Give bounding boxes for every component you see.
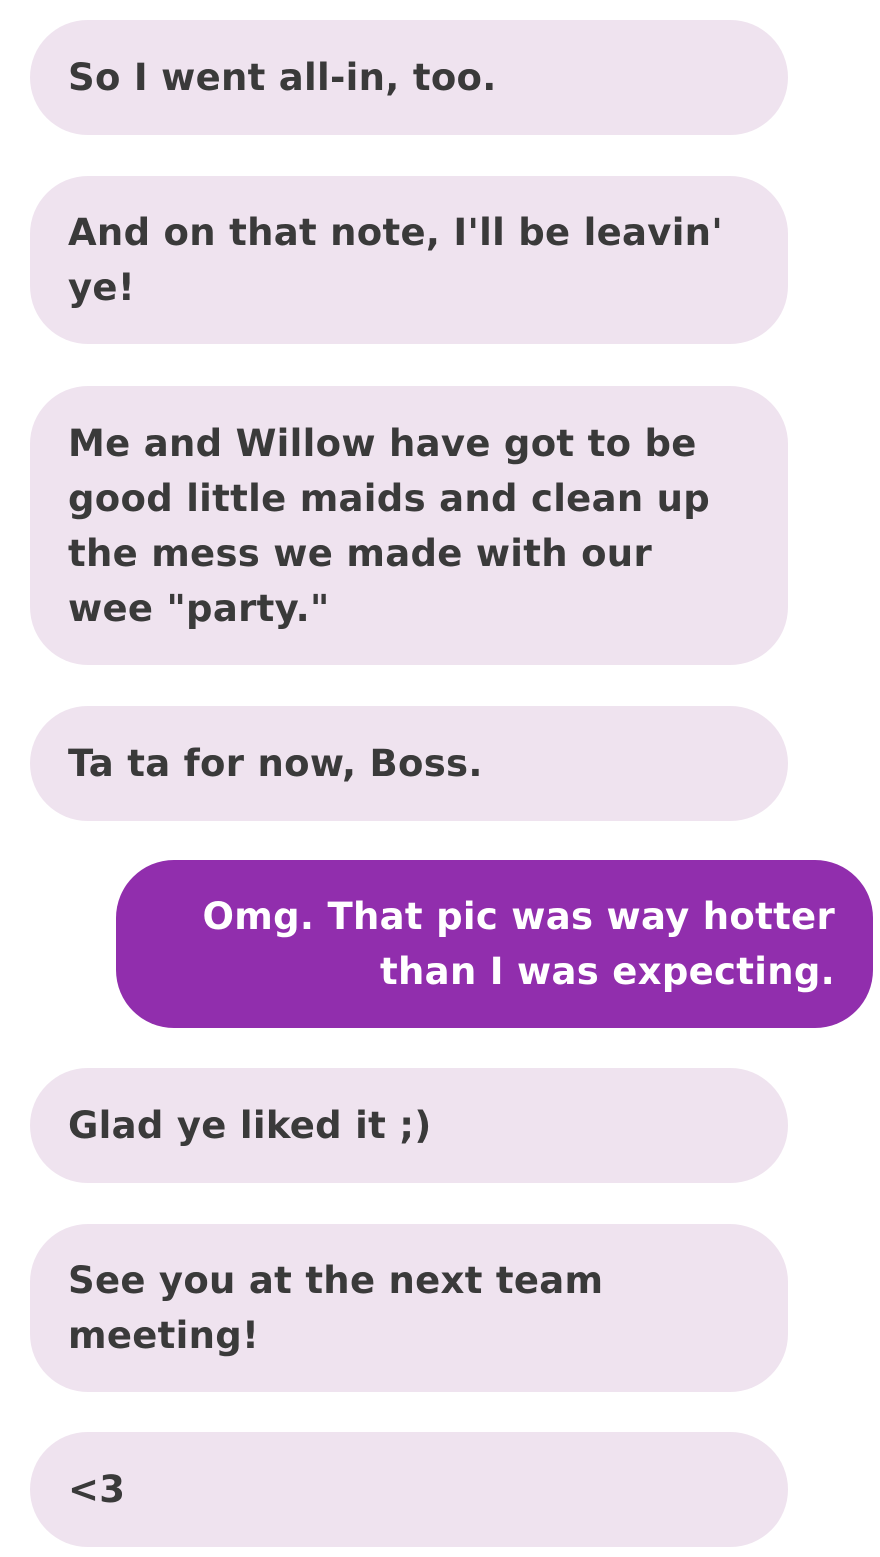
message-text: And on that note, I'll be leavin' ye! — [68, 211, 723, 309]
message-text: Glad ye liked it ;) — [68, 1104, 432, 1147]
incoming-message-bubble[interactable]: Ta ta for now, Boss. — [30, 706, 788, 821]
incoming-message-bubble[interactable]: And on that note, I'll be leavin' ye! — [30, 176, 788, 344]
incoming-message-bubble[interactable]: <3 — [30, 1432, 788, 1547]
message-text: See you at the next team meeting! — [68, 1259, 604, 1357]
message-text: <3 — [68, 1468, 126, 1511]
incoming-message-bubble[interactable]: See you at the next team meeting! — [30, 1224, 788, 1392]
message-text: So I went all-in, too. — [68, 56, 497, 99]
incoming-message-bubble[interactable]: Me and Willow have got to be good little… — [30, 386, 788, 665]
outgoing-message-bubble[interactable]: Omg. That pic was way hotter than I was … — [116, 860, 873, 1028]
message-text: Omg. That pic was way hotter than I was … — [202, 895, 835, 993]
incoming-message-bubble[interactable]: So I went all-in, too. — [30, 20, 788, 135]
incoming-message-bubble[interactable]: Glad ye liked it ;) — [30, 1068, 788, 1183]
message-text: Me and Willow have got to be good little… — [68, 421, 711, 630]
message-text: Ta ta for now, Boss. — [68, 742, 483, 785]
